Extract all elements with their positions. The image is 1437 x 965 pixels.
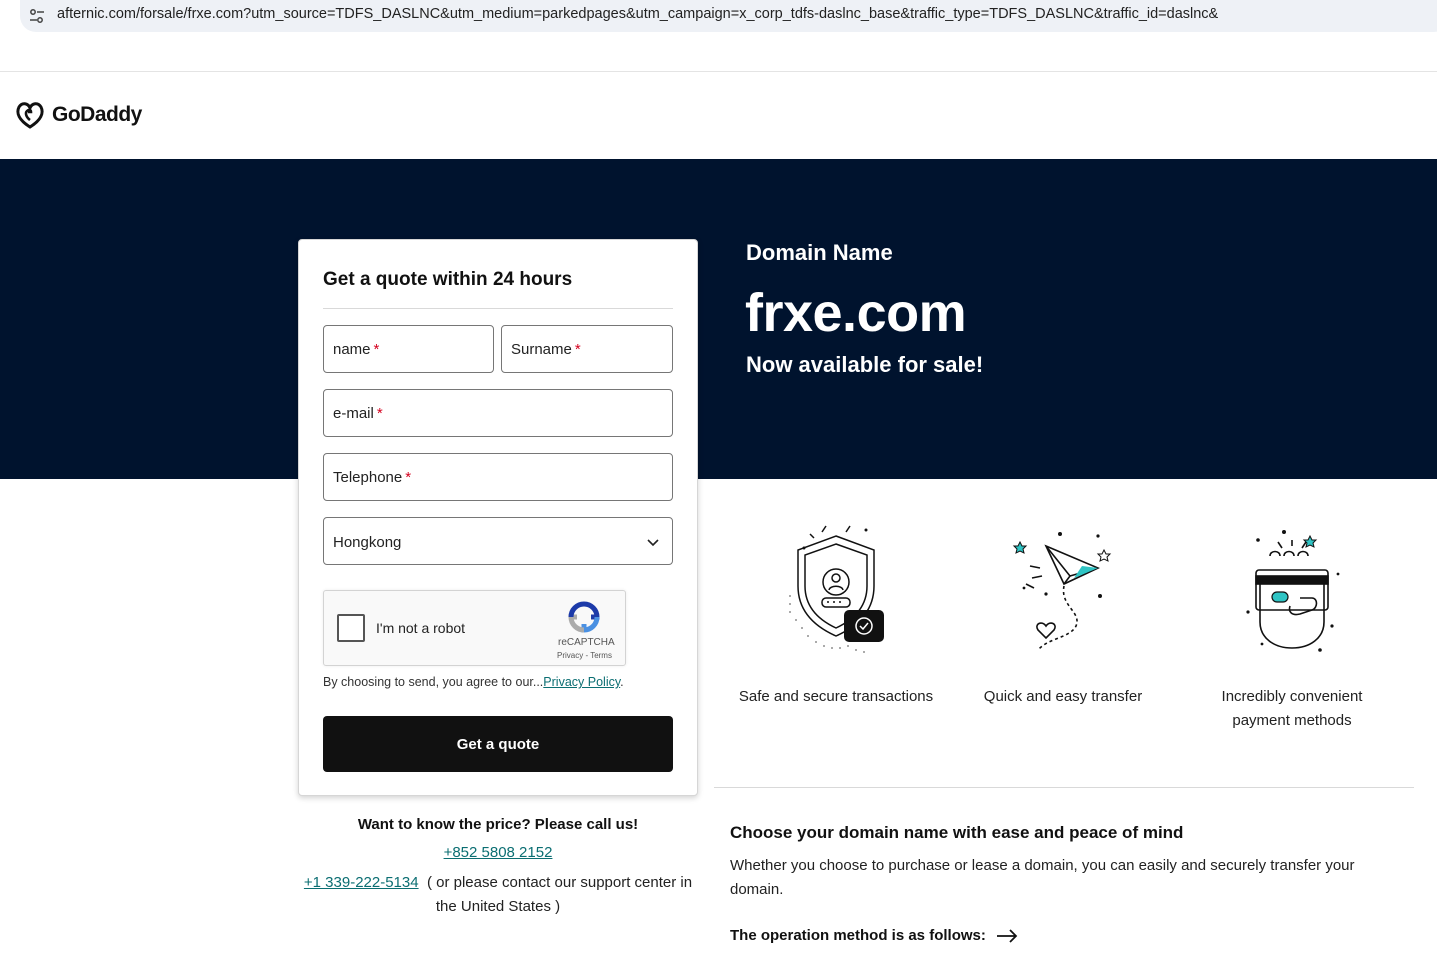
name-field[interactable]: name * (323, 325, 494, 373)
url-text[interactable]: afternic.com/forsale/frxe.com?utm_source… (57, 6, 1218, 22)
secure-shield-icon (789, 525, 884, 653)
contact-question: Want to know the price? Please call us! (357, 816, 639, 833)
ease-body: Whether you choose to purchase or lease … (730, 857, 1355, 898)
chevron-down-icon (647, 539, 659, 547)
get-quote-button[interactable]: Get a quote (323, 716, 673, 772)
recaptcha-checkbox[interactable] (337, 614, 365, 642)
godaddy-logo[interactable]: GoDaddy (14, 100, 142, 130)
consent-text: By choosing to send, you agree to our...… (323, 675, 624, 689)
consent-prefix: By choosing to send, you agree to our... (323, 675, 544, 689)
availability-text: Now available for sale! (746, 352, 984, 377)
ease-title: Choose your domain name with ease and pe… (730, 823, 1184, 842)
hero-banner (0, 159, 1437, 479)
browser-address-bar: afternic.com/forsale/frxe.com?utm_source… (0, 0, 1437, 72)
phone-us-link[interactable]: +1 339-222-5134 (304, 874, 419, 891)
recaptcha-widget: I'm not a robot reCAPTCHA Privacy - Term… (323, 590, 626, 666)
country-select[interactable]: Hongkong (323, 517, 673, 565)
email-field[interactable]: e-mail * (323, 389, 673, 437)
telephone-label: Telephone (333, 469, 403, 486)
domain-title: frxe.com (745, 283, 967, 343)
quote-form-card: Get a quote within 24 hours name * Surnam… (298, 239, 698, 796)
feature-payment-label: Incredibly convenient payment methods (1221, 688, 1363, 729)
hero-label: Domain Name (746, 240, 893, 265)
operation-method-label: The operation method is as follows: (730, 927, 986, 944)
arrow-right-icon (996, 928, 1018, 943)
tune-icon[interactable] (28, 7, 46, 25)
paper-plane-icon (1012, 532, 1112, 651)
contact-block: Want to know the price? Please call us! … (298, 816, 698, 915)
section-divider (714, 787, 1414, 788)
required-mark: * (574, 341, 581, 358)
phone-us-note: ( or please contact our support center i… (426, 874, 693, 915)
surname-field[interactable]: Surname * (501, 325, 673, 373)
contact-us-line: +1 339-222-5134 ( or please contact our … (298, 871, 698, 919)
email-label: e-mail (333, 405, 374, 422)
surname-label: Surname (511, 341, 572, 358)
form-divider (323, 308, 673, 309)
recaptcha-brand: reCAPTCHA (558, 637, 615, 648)
required-mark: * (376, 405, 383, 422)
privacy-policy-link[interactable]: Privacy Policy (543, 675, 620, 689)
form-title: Get a quote within 24 hours (323, 269, 573, 290)
logo-text: GoDaddy (52, 103, 142, 126)
payment-card-icon (1246, 530, 1340, 652)
feature-secure-label: Safe and secure transactions (738, 688, 934, 705)
name-label: name (333, 341, 371, 358)
required-mark: * (405, 469, 412, 486)
site-header (0, 73, 1437, 159)
consent-end: . (620, 675, 624, 689)
required-mark: * (373, 341, 380, 358)
telephone-field[interactable]: Telephone * (323, 453, 673, 501)
phone-hk-link[interactable]: +852 5808 2152 (298, 844, 698, 861)
operation-method-link[interactable]: The operation method is as follows: (730, 927, 1018, 944)
country-select-value: Hongkong (333, 534, 402, 551)
recaptcha-logo-icon (568, 601, 600, 633)
recaptcha-links[interactable]: Privacy - Terms (557, 651, 612, 660)
recaptcha-label: I'm not a robot (376, 620, 466, 636)
godaddy-logo-icon (16, 102, 44, 129)
feature-transfer-label: Quick and easy transfer (983, 688, 1143, 705)
